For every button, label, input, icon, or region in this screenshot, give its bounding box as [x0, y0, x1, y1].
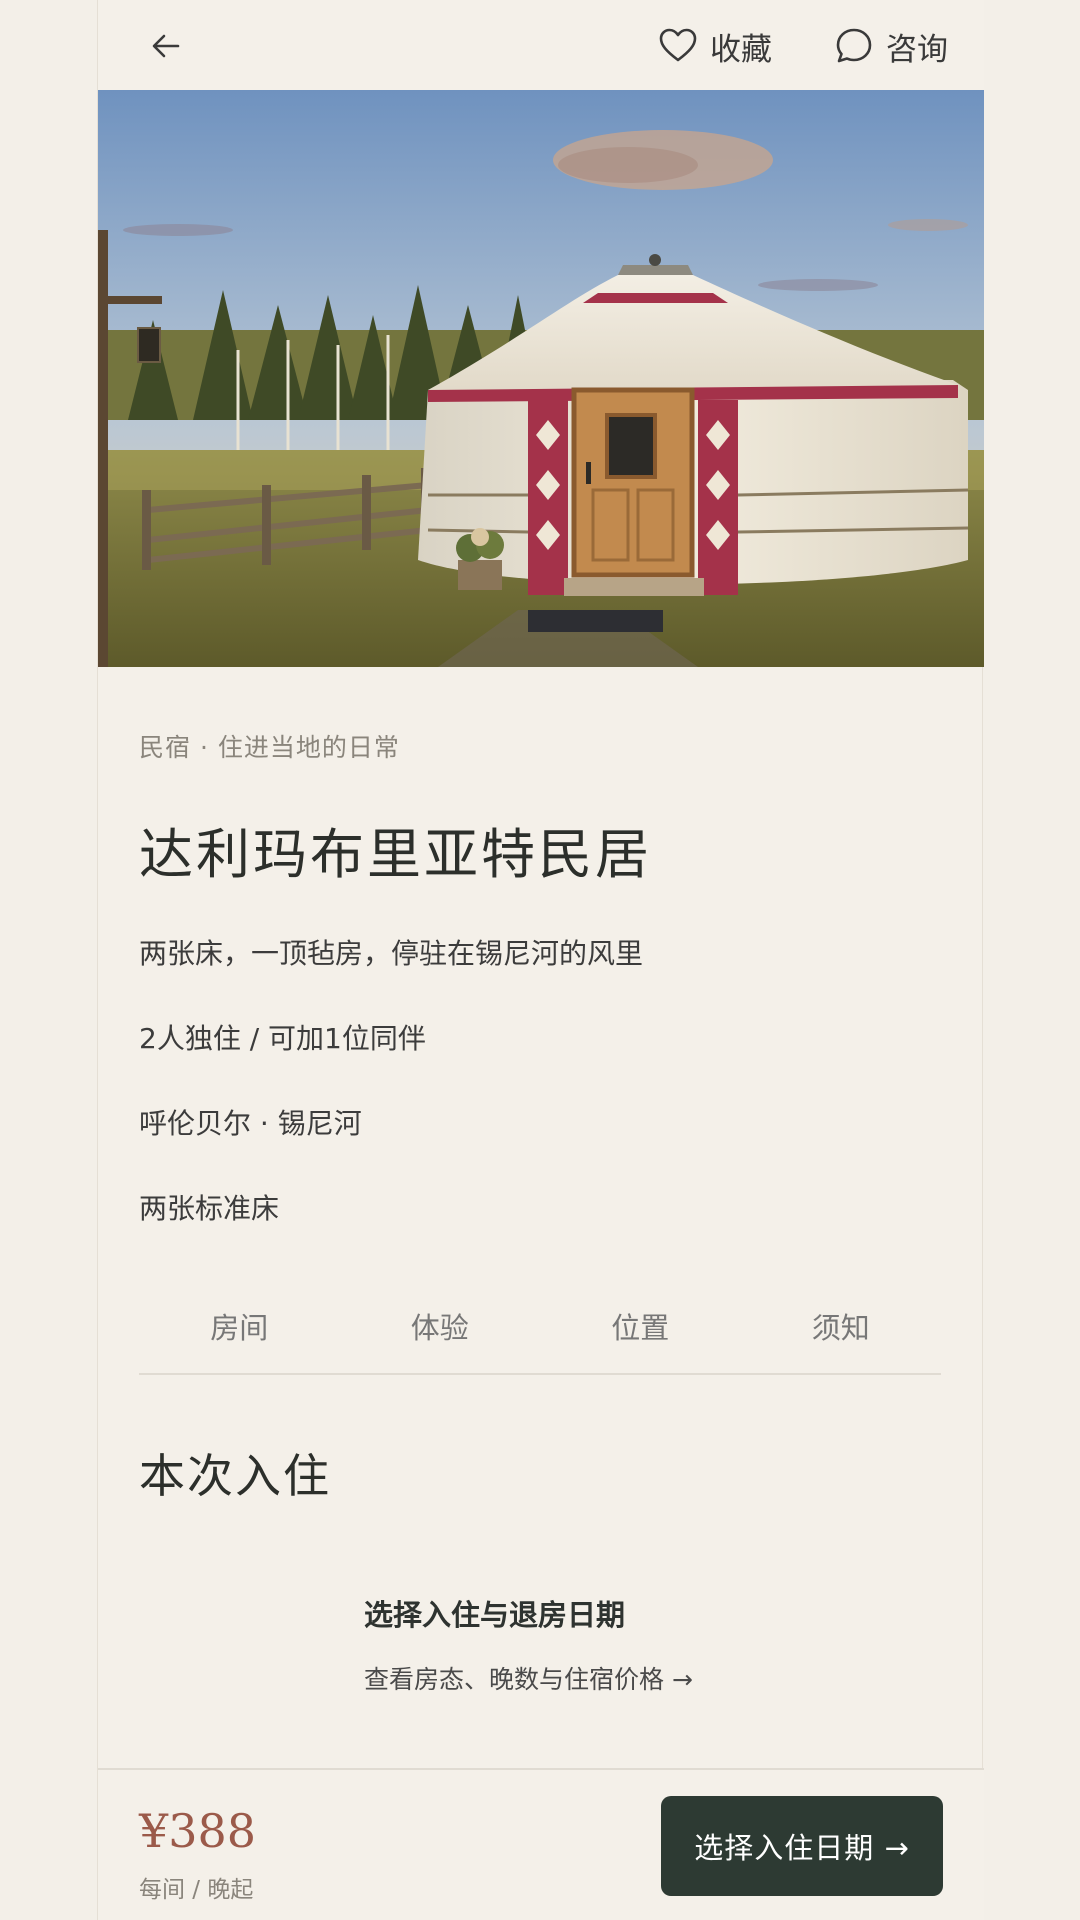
back-button[interactable] [146, 26, 186, 66]
tab-location[interactable]: 位置 [540, 1295, 741, 1373]
app-root: 收藏 咨询 民宿 · 住进当地的日常 达利玛布里亚特民居 两张床，一顶毡房，停驻… [97, 0, 984, 1920]
favorite-button[interactable]: 收藏 [658, 22, 772, 70]
section-tabs: 房间 体验 位置 须知 [139, 1295, 941, 1375]
listing-location: 呼伦贝尔 · 锡尼河 [139, 1107, 362, 1140]
chat-bubble-icon [836, 28, 872, 63]
pick-dates-title[interactable]: 选择入住与退房日期 [364, 1592, 625, 1634]
arrow-left-icon [152, 34, 180, 58]
price: ¥388 [139, 1804, 257, 1858]
hero-photo [98, 90, 984, 667]
listing-beds: 两张标准床 [139, 1192, 280, 1225]
price-unit: 每间 / 晚起 [139, 1877, 254, 1903]
select-dates-button[interactable]: 选择入住日期 → [661, 1796, 943, 1896]
consult-label: 咨询 [886, 31, 948, 68]
listing-title: 达利玛布里亚特民居 [139, 823, 652, 886]
yurt-photo [98, 90, 984, 667]
booking-bar: ¥388 每间 / 晚起 选择入住日期 → [98, 1768, 984, 1920]
pick-dates-link[interactable]: 查看房态、晚数与住宿价格 → [364, 1660, 693, 1696]
listing-capacity: 2人独住 / 可加1位同伴 [139, 1022, 426, 1055]
listing-tagline: 两张床，一顶毡房，停驻在锡尼河的风里 [139, 937, 644, 970]
tab-experience[interactable]: 体验 [340, 1295, 541, 1373]
favorite-label: 收藏 [710, 31, 772, 68]
heart-icon [659, 28, 697, 62]
tab-room[interactable]: 房间 [139, 1295, 340, 1373]
consult-button[interactable]: 咨询 [834, 22, 948, 70]
tab-notice[interactable]: 须知 [741, 1295, 942, 1373]
stay-section-title: 本次入住 [139, 1449, 331, 1503]
listing-category: 民宿 · 住进当地的日常 [139, 733, 400, 762]
top-bar: 收藏 咨询 [98, 0, 984, 90]
